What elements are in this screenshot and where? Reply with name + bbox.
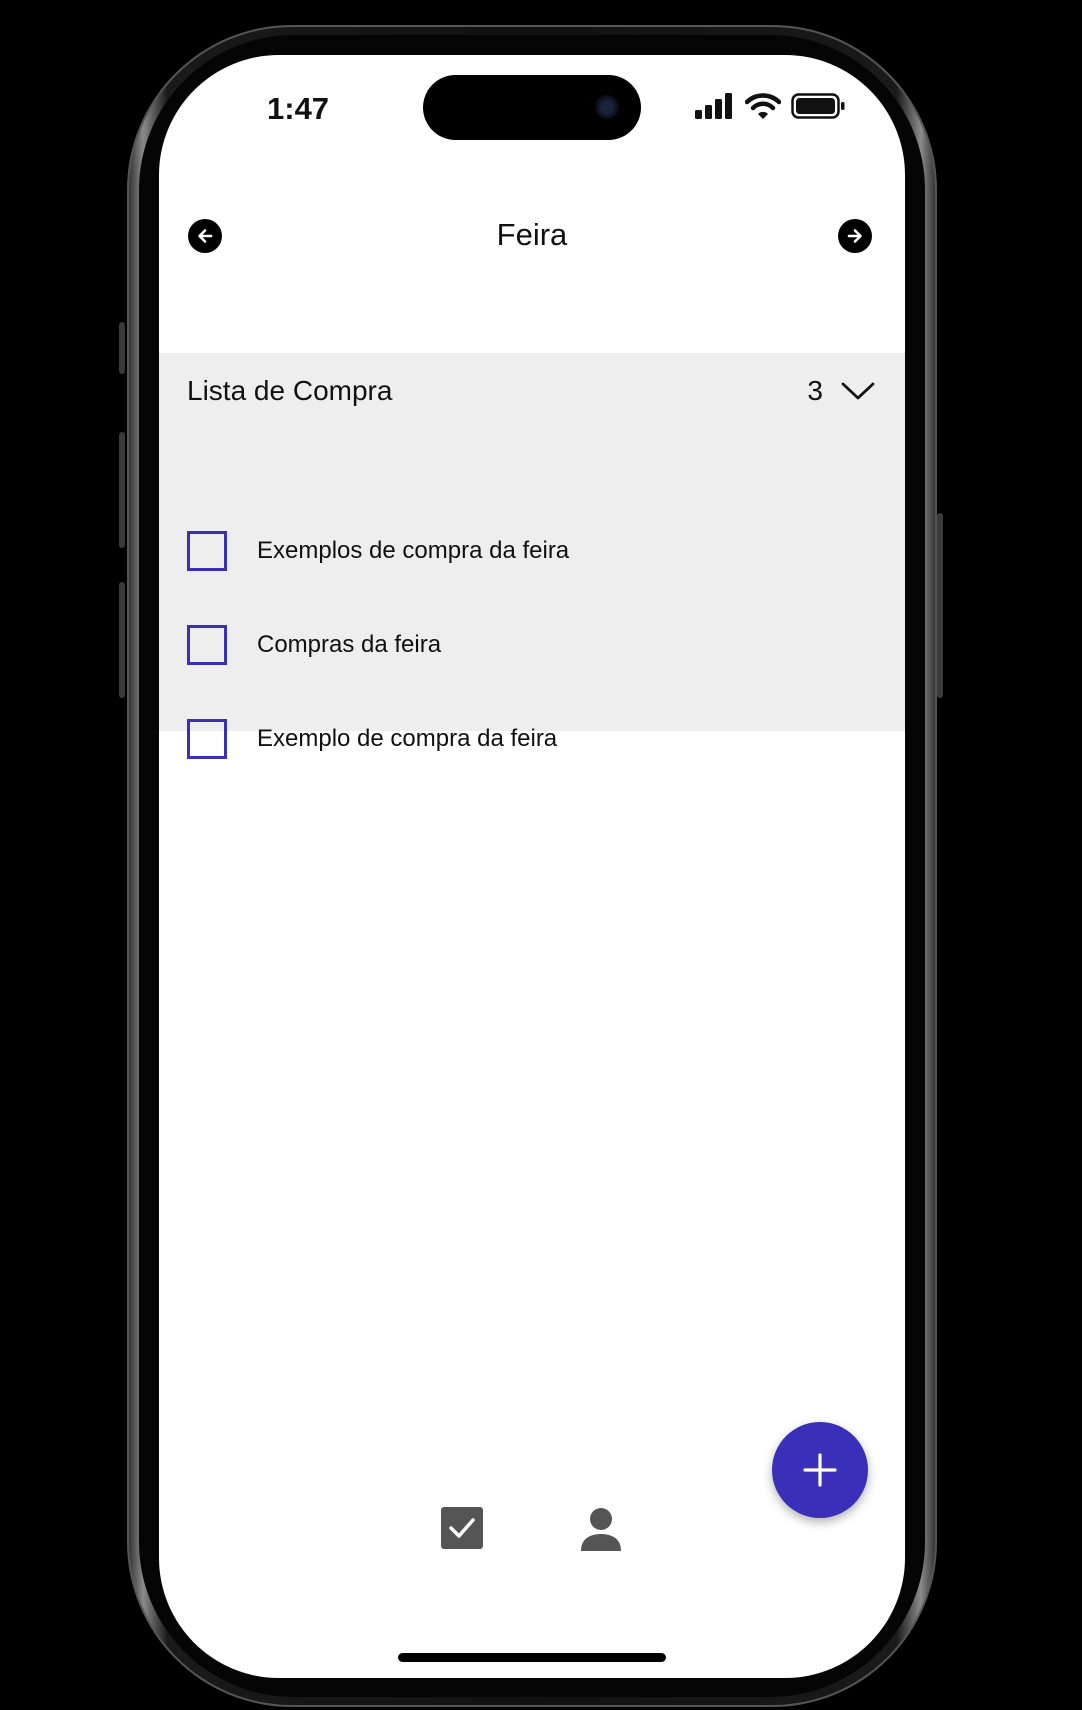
item-checkbox[interactable] (187, 625, 227, 665)
power-button (937, 513, 943, 698)
list-title: Lista de Compra (187, 375, 393, 406)
home-indicator[interactable] (398, 1653, 666, 1662)
item-checkbox[interactable] (187, 719, 227, 759)
add-item-button[interactable] (772, 1422, 868, 1518)
list-item-count: 3 (807, 375, 823, 406)
camera-icon (595, 95, 619, 119)
cellular-signal-icon (695, 93, 732, 119)
item-label: Exemplos de compra da feira (257, 537, 570, 564)
profile-nav-icon[interactable] (579, 1507, 623, 1551)
tasks-nav-icon[interactable] (441, 1507, 483, 1549)
shopping-list-panel: Lista de Compra 3 Exemplos de compra da … (159, 353, 905, 759)
status-icons (695, 93, 845, 119)
battery-icon (791, 93, 845, 119)
item-label: Compras da feira (257, 631, 442, 658)
list-header[interactable]: Lista de Compra 3 (187, 371, 875, 411)
forward-button[interactable] (838, 219, 872, 253)
chevron-down-icon[interactable] (841, 381, 875, 401)
item-label: Exemplo de compra da feira (257, 725, 558, 752)
list-item[interactable]: Exemplo de compra da feira (187, 716, 557, 762)
volume-down-button (119, 582, 125, 698)
plus-icon (803, 1453, 837, 1487)
list-count-group: 3 (807, 375, 875, 407)
item-checkbox[interactable] (187, 531, 227, 571)
dynamic-island (423, 75, 641, 140)
page-title: Feira (496, 217, 568, 252)
silent-switch (119, 322, 125, 374)
status-time: 1:47 (267, 91, 330, 126)
wifi-icon (745, 93, 781, 119)
list-item[interactable]: Exemplos de compra da feira (187, 528, 569, 574)
volume-up-button (119, 432, 125, 548)
arrow-right-icon (847, 229, 862, 243)
app-screen: 1:47 Feira Lista de Compra 3 Exemplos de… (159, 55, 905, 1678)
list-item[interactable]: Compras da feira (187, 622, 441, 668)
